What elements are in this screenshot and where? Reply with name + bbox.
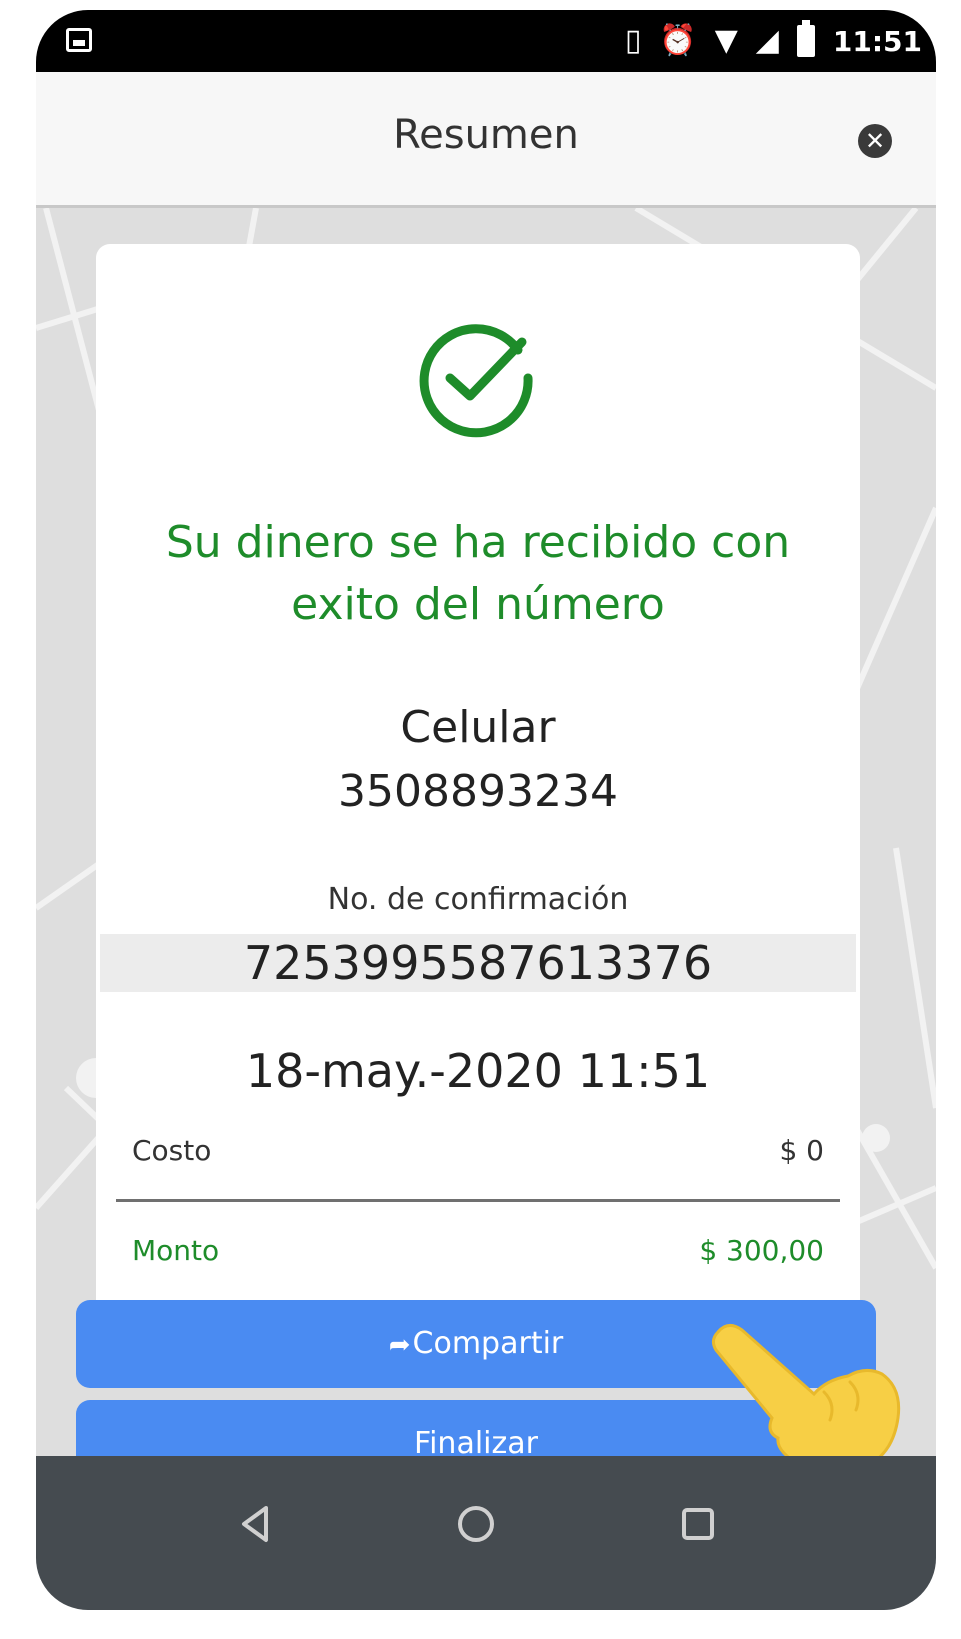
amount-row: Monto $ 300,00 — [132, 1234, 824, 1267]
cost-value: $ 0 — [779, 1134, 824, 1167]
share-label: Compartir — [412, 1326, 564, 1361]
battery-icon — [796, 20, 815, 57]
wifi-icon: ▼ — [714, 23, 738, 58]
image-notification-icon — [66, 28, 92, 52]
close-icon[interactable]: ✕ — [858, 124, 892, 158]
amount-value: $ 300,00 — [699, 1234, 824, 1267]
status-bar: ▯ ⏰ ▼ ◢ 11:51 — [36, 10, 936, 72]
signal-icon: ◢ — [755, 23, 779, 58]
home-icon[interactable] — [446, 1494, 506, 1554]
recipient-type: Celular — [400, 702, 556, 753]
transaction-date: 18-may.-2020 11:51 — [245, 1044, 711, 1098]
confirmation-number: 7253995587613376 — [243, 936, 713, 990]
cost-label: Costo — [132, 1134, 212, 1167]
navigation-bar — [36, 1456, 936, 1610]
status-icons: ▯ ⏰ ▼ ◢ 11:51 — [625, 18, 922, 64]
receipt-card: Su dinero se ha recibido con exito del n… — [96, 244, 860, 1324]
phone-number: 3508893234 — [338, 766, 618, 817]
divider — [116, 1199, 840, 1202]
share-icon: ➦ — [388, 1330, 411, 1360]
pointing-hand-icon — [711, 1324, 901, 1475]
success-message: Su dinero se ha recibido con exito del n… — [165, 517, 791, 630]
phone-screen: ▯ ⏰ ▼ ◢ 11:51 Resumen ✕ Su dinero se ha … — [36, 10, 936, 1610]
app-header: Resumen ✕ — [36, 72, 936, 208]
confirmation-label: No. de confirmación — [327, 882, 629, 917]
back-icon[interactable] — [226, 1494, 286, 1554]
alarm-icon: ⏰ — [659, 23, 697, 58]
amount-label: Monto — [132, 1234, 220, 1267]
vibrate-icon: ▯ — [624, 23, 642, 58]
cost-row: Costo $ 0 — [132, 1134, 824, 1167]
check-circle-icon — [419, 324, 533, 438]
recents-icon[interactable] — [668, 1494, 728, 1554]
status-time: 11:51 — [832, 24, 922, 58]
page-title: Resumen — [393, 112, 579, 158]
